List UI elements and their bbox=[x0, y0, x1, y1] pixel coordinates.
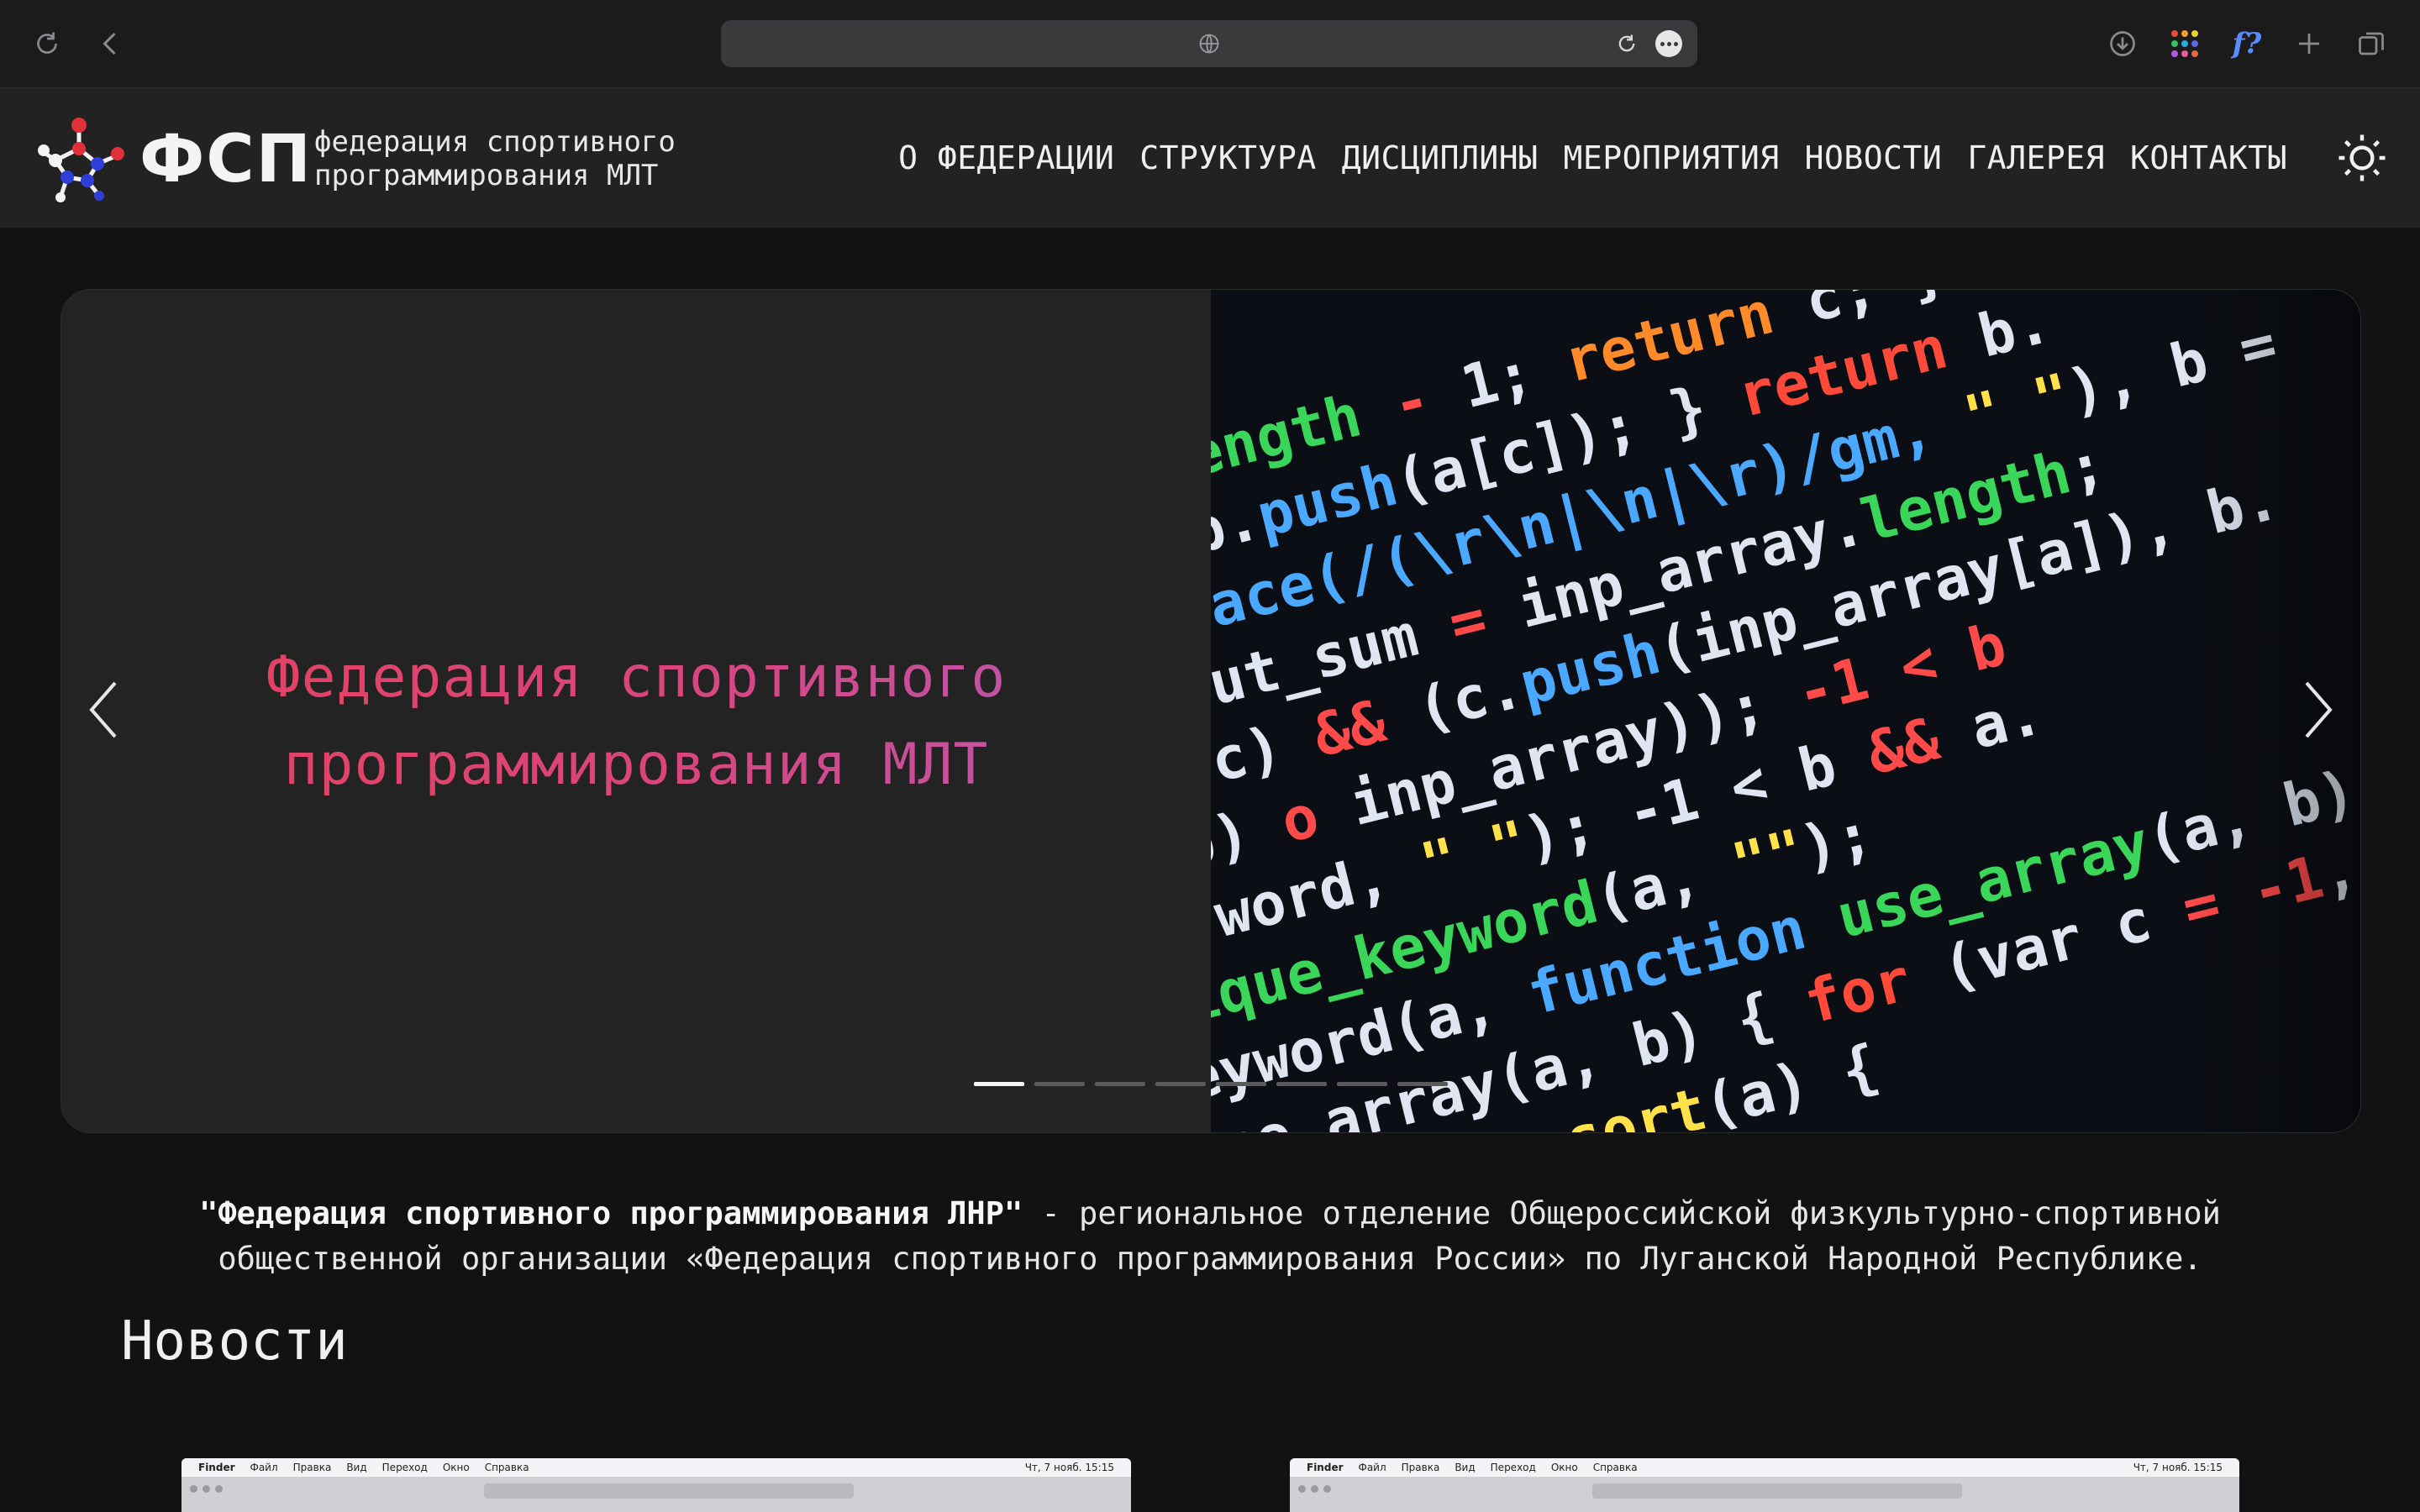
carousel-dot-2[interactable] bbox=[1034, 1082, 1085, 1086]
card-screenshot-menubar: Finder Файл Правка Вид Переход Окно Спра… bbox=[1290, 1458, 2239, 1477]
carousel-indicators bbox=[974, 1082, 1448, 1086]
formula-icon[interactable]: f? bbox=[2223, 22, 2270, 66]
menubar-item: Переход bbox=[381, 1462, 428, 1473]
carousel-dot-4[interactable] bbox=[1155, 1082, 1206, 1086]
nav-events[interactable]: МЕРОПРИЯТИЯ bbox=[1563, 137, 1779, 179]
intro-rest-line1: - региональное отделение Общероссийской … bbox=[1023, 1195, 2221, 1231]
nav-news[interactable]: НОВОСТИ bbox=[1805, 137, 1943, 179]
hero-title-line1: Федерация спортивного bbox=[266, 644, 1007, 711]
menubar-item: Правка bbox=[292, 1462, 332, 1473]
download-icon[interactable] bbox=[2099, 22, 2146, 66]
nav-disciplines[interactable]: ДИСЦИПЛИНЫ bbox=[1342, 137, 1539, 179]
carousel-prev-button[interactable] bbox=[78, 676, 129, 743]
nav-contacts[interactable]: КОНТАКТЫ bbox=[2130, 137, 2287, 179]
menubar-item: Вид bbox=[1455, 1462, 1476, 1473]
menubar-item: Справка bbox=[484, 1462, 529, 1473]
logo-subtitle-line1: федерация спортивного bbox=[314, 125, 676, 159]
intro-bold: "Федерация спортивного программирования … bbox=[199, 1195, 1023, 1231]
news-card[interactable]: Finder Файл Правка Вид Переход Окно Спра… bbox=[1290, 1458, 2239, 1512]
intro-line1: "Федерация спортивного программирования … bbox=[101, 1191, 2319, 1236]
globe-icon bbox=[1197, 32, 1221, 55]
browser-toolbar: f? bbox=[0, 0, 2420, 88]
reload-icon[interactable] bbox=[24, 22, 71, 66]
menubar-item: Окно bbox=[442, 1462, 470, 1473]
code-screen-image: b.length - 1; return c; } && b.push(a[c]… bbox=[1211, 290, 2360, 1132]
carousel-dot-3[interactable] bbox=[1095, 1082, 1145, 1086]
menubar-item: Справка bbox=[1592, 1462, 1638, 1473]
card-screenshot-menubar: Finder Файл Правка Вид Переход Окно Спра… bbox=[182, 1458, 1131, 1477]
news-heading: Новости bbox=[121, 1310, 348, 1373]
address-bar[interactable] bbox=[721, 20, 1697, 67]
news-card[interactable]: Finder Файл Правка Вид Переход Окно Спра… bbox=[182, 1458, 1131, 1512]
card-screenshot-window bbox=[182, 1477, 1131, 1512]
carousel-dot-6[interactable] bbox=[1276, 1082, 1327, 1086]
main-nav: О ФЕДЕРАЦИИ СТРУКТУРА ДИСЦИПЛИНЫ МЕРОПРИ… bbox=[898, 137, 2287, 179]
menubar-item: Файл bbox=[1358, 1462, 1386, 1473]
menubar-item: Правка bbox=[1401, 1462, 1440, 1473]
intro-line2: общественной организации «Федерация спор… bbox=[218, 1241, 2202, 1277]
menubar-item: Файл bbox=[250, 1462, 278, 1473]
tabs-icon[interactable] bbox=[2348, 22, 2395, 66]
nav-gallery[interactable]: ГАЛЕРЕЯ bbox=[1967, 137, 2105, 179]
intro-text: "Федерация спортивного программирования … bbox=[101, 1191, 2319, 1282]
logo-text[interactable]: ФСП bbox=[139, 123, 313, 196]
hero-title-line2: программирования МЛТ bbox=[283, 732, 989, 798]
nav-about[interactable]: О ФЕДЕРАЦИИ bbox=[898, 137, 1114, 179]
fsp-logo-icon[interactable] bbox=[37, 115, 131, 202]
sun-icon[interactable] bbox=[2334, 130, 2390, 186]
new-tab-icon[interactable] bbox=[2286, 22, 2333, 66]
carousel-dot-8[interactable] bbox=[1397, 1082, 1448, 1086]
hero-carousel: Федерация спортивного программирования М… bbox=[60, 289, 2361, 1133]
menubar-item: Окно bbox=[1550, 1462, 1578, 1473]
more-icon[interactable] bbox=[1655, 30, 1682, 57]
menubar-item: Вид bbox=[346, 1462, 367, 1473]
menubar-item: Finder bbox=[1307, 1462, 1344, 1473]
carousel-dot-7[interactable] bbox=[1337, 1082, 1387, 1086]
menubar-item: Finder bbox=[198, 1462, 235, 1473]
back-icon[interactable] bbox=[87, 22, 134, 66]
site-header: ФСП федерация спортивного программирован… bbox=[0, 88, 2420, 228]
carousel-next-button[interactable] bbox=[2293, 676, 2344, 743]
hero-text-panel: Федерация спортивного программирования М… bbox=[61, 290, 1211, 1132]
menubar-clock: Чт, 7 нояб. 15:15 bbox=[1024, 1462, 1114, 1473]
nav-structure[interactable]: СТРУКТУРА bbox=[1139, 137, 1316, 179]
menubar-item: Переход bbox=[1490, 1462, 1536, 1473]
hero-title: Федерация спортивного программирования М… bbox=[61, 634, 1211, 809]
card-screenshot-window bbox=[1290, 1477, 2239, 1512]
menubar-clock: Чт, 7 нояб. 15:15 bbox=[2133, 1462, 2223, 1473]
carousel-dot-5[interactable] bbox=[1216, 1082, 1266, 1086]
logo-subtitle: федерация спортивного программирования М… bbox=[314, 125, 676, 192]
carousel-dot-1[interactable] bbox=[974, 1082, 1024, 1086]
page-reload-icon[interactable] bbox=[1615, 32, 1639, 55]
apps-icon[interactable] bbox=[2161, 22, 2208, 66]
logo-subtitle-line2: программирования МЛТ bbox=[314, 159, 659, 192]
hero-code-image: b.length - 1; return c; } && b.push(a[c]… bbox=[1211, 290, 2360, 1132]
